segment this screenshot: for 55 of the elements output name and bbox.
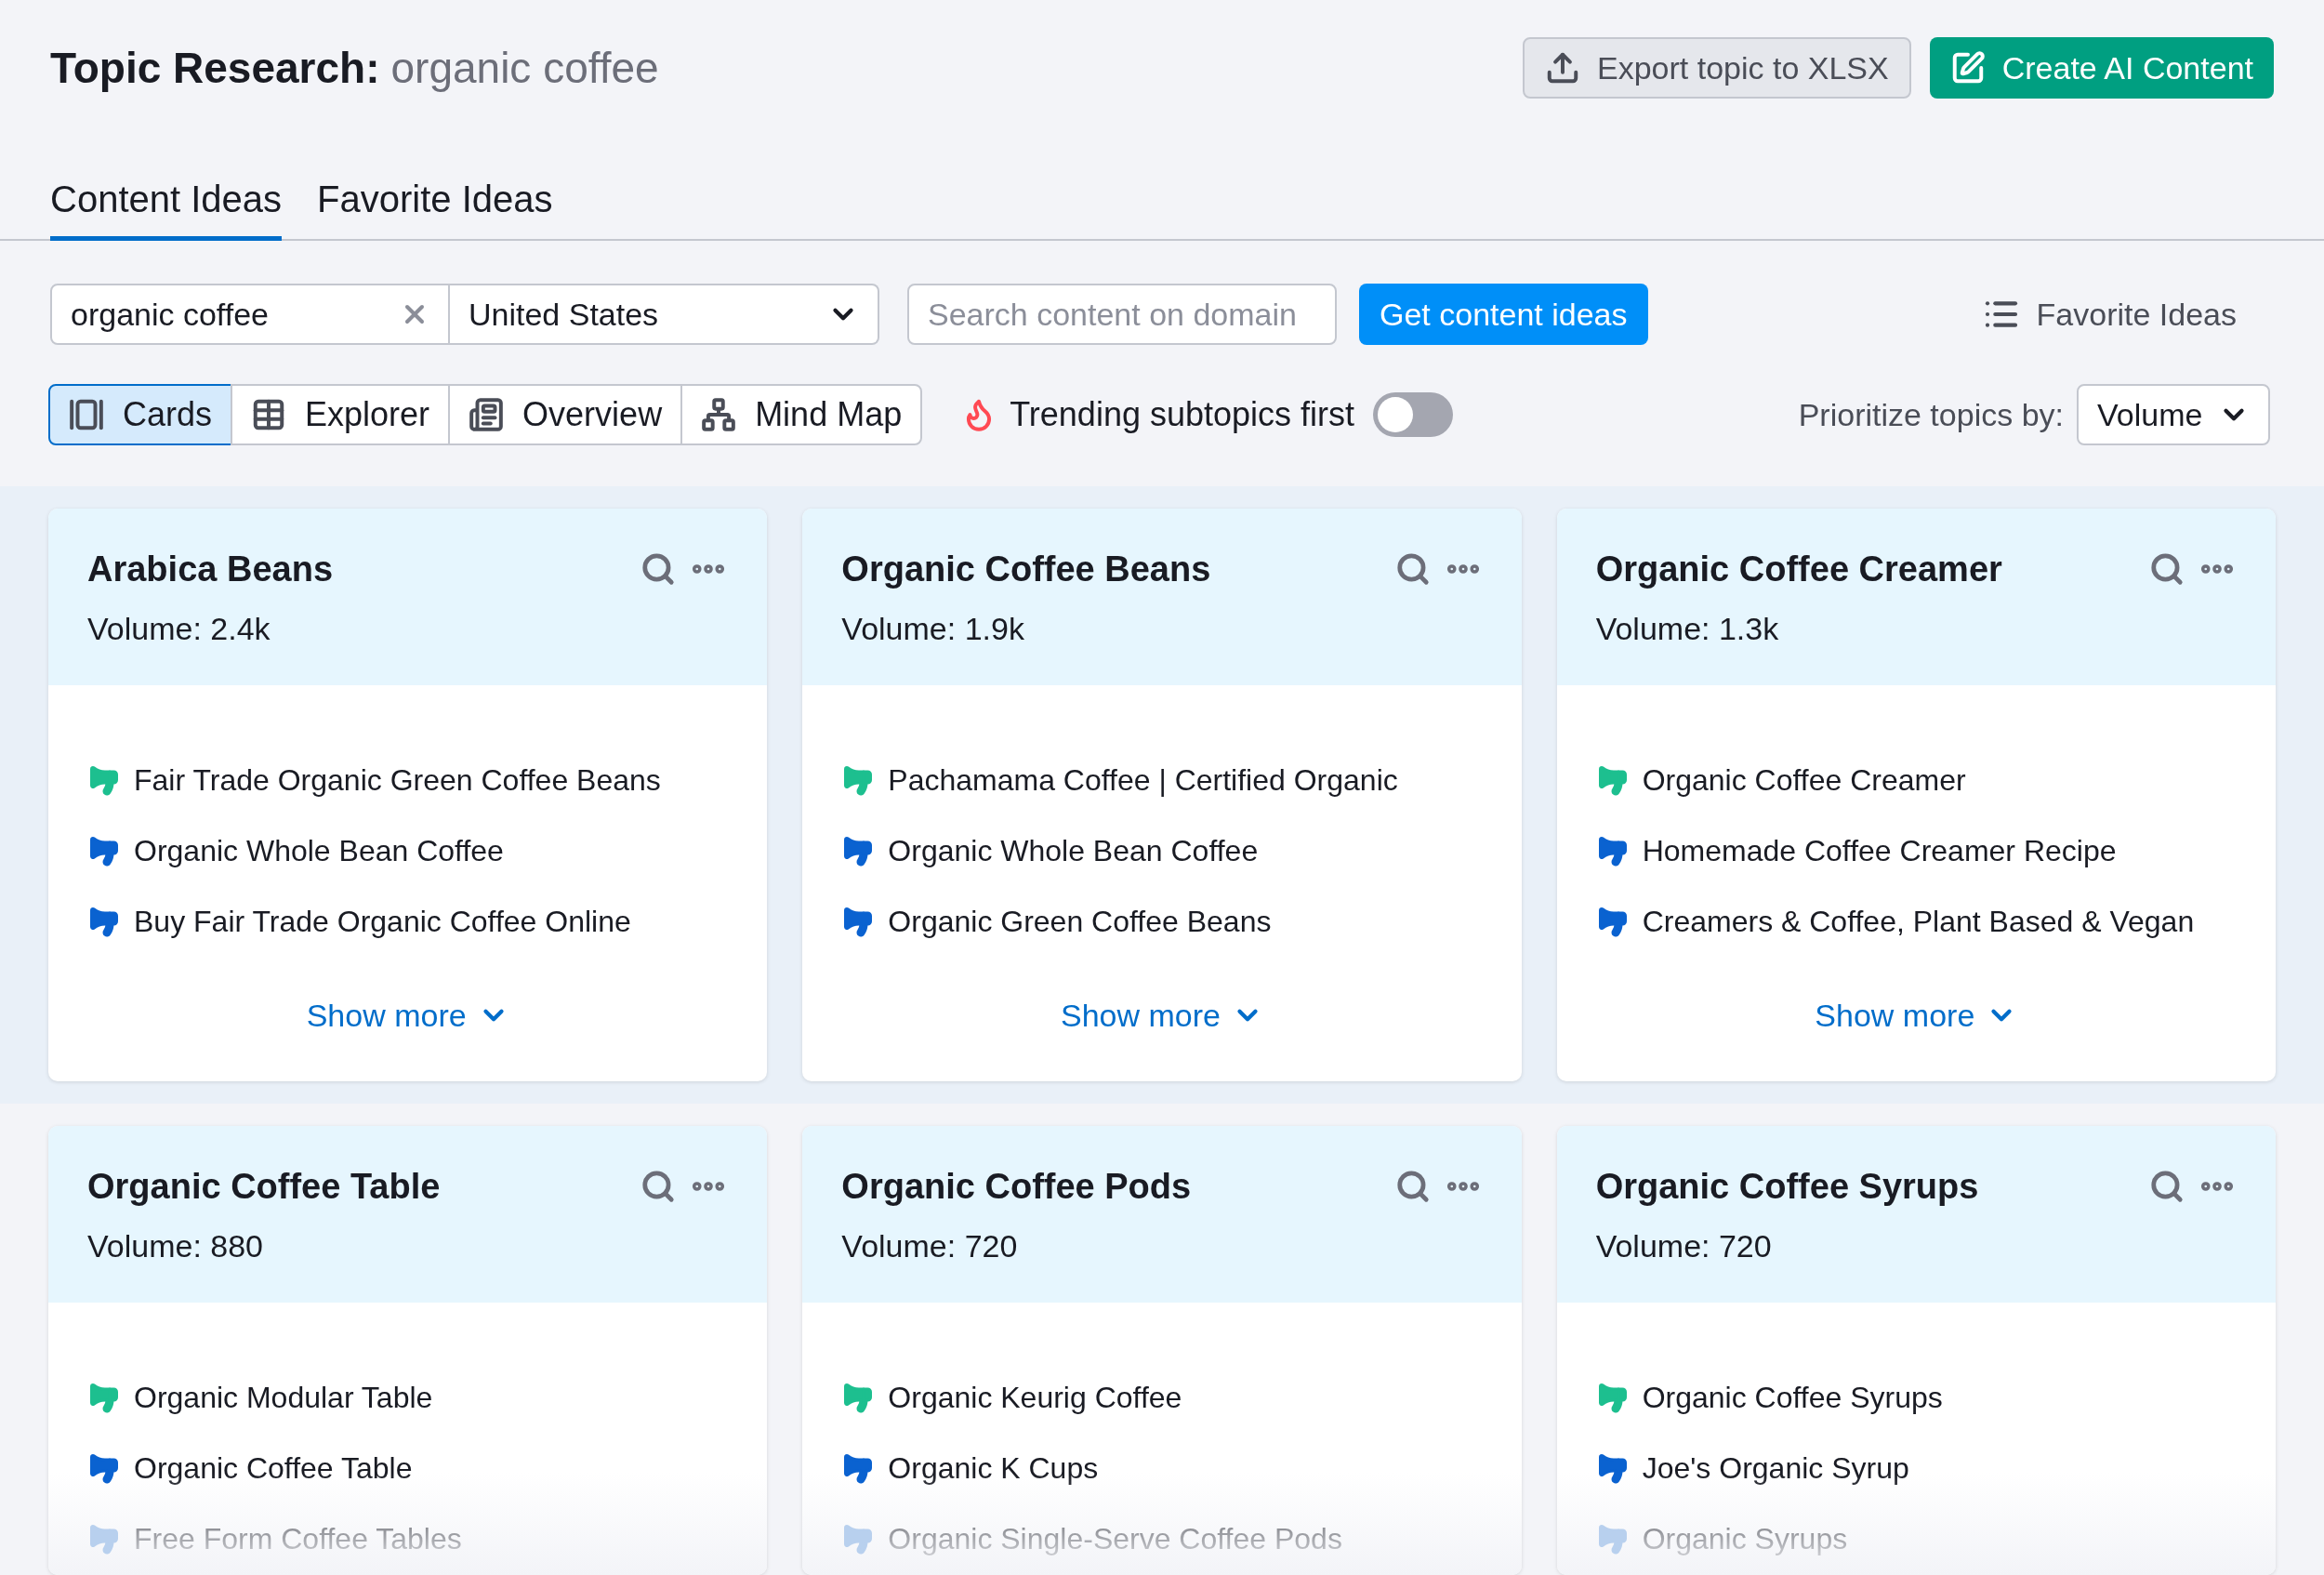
prioritize-label: Prioritize topics by: <box>1798 395 2064 434</box>
idea-title[interactable]: Buy Fair Trade Organic Coffee Online <box>134 907 631 936</box>
idea-title[interactable]: Fair Trade Organic Green Coffee Beans <box>134 765 661 795</box>
card-volume: Volume: 1.9k <box>841 613 1025 644</box>
prioritize-dropdown[interactable]: Volume <box>2077 384 2270 445</box>
idea-title[interactable]: Pachamama Coffee | Certified Organic <box>888 765 1398 795</box>
favorite-ideas-link[interactable]: Favorite Ideas <box>1982 290 2237 338</box>
card-volume: Volume: 1.3k <box>1595 613 1780 644</box>
search-icon[interactable] <box>640 1169 677 1204</box>
card-volume: Volume: 720 <box>841 1230 1019 1262</box>
keyword-field[interactable]: organic coffee <box>50 284 450 345</box>
card-title: Organic Coffee Table <box>87 1169 441 1204</box>
card-volume: Volume: 880 <box>87 1230 265 1262</box>
card-title: Organic Coffee Syrups <box>1595 1169 1979 1204</box>
card-title: Organic Coffee Creamer <box>1595 551 2002 587</box>
domain-search-field[interactable]: Search content on domain <box>907 284 1337 345</box>
sitemap-icon <box>701 397 737 432</box>
show-more-button[interactable]: Show more <box>306 999 509 1031</box>
idea-title[interactable]: Organic Whole Bean Coffee <box>888 836 1259 866</box>
newspaper-icon <box>469 397 505 432</box>
idea-title[interactable]: Organic Coffee Creamer <box>1642 765 1966 795</box>
idea-title[interactable]: Organic Modular Table <box>134 1383 433 1412</box>
show-more-button[interactable]: Show more <box>1815 999 2018 1031</box>
search-icon[interactable] <box>2149 551 2185 587</box>
tab[interactable]: Content Ideas <box>50 180 283 241</box>
idea-title[interactable]: Organic Coffee Syrups <box>1642 1383 1943 1412</box>
tab[interactable]: Favorite Ideas <box>317 180 553 241</box>
export-button[interactable]: Export topic to XLSX <box>1523 37 1911 99</box>
trending-label: Trending subtopics first <box>1010 394 1354 435</box>
card-volume: Volume: 2.4k <box>87 613 271 644</box>
card-title: Organic Coffee Pods <box>841 1169 1192 1204</box>
idea-title[interactable]: Homemade Coffee Creamer Recipe <box>1642 836 2117 866</box>
idea-title[interactable]: Organic K Cups <box>888 1453 1099 1483</box>
card-volume: Volume: 720 <box>1595 1230 1773 1262</box>
card-title: Organic Coffee Beans <box>841 551 1211 587</box>
search-icon[interactable] <box>2149 1169 2185 1204</box>
country-dropdown[interactable]: United States <box>450 284 879 345</box>
idea-title[interactable]: Creamers & Coffee, Plant Based & Vegan <box>1642 907 2195 936</box>
view-toggle[interactable]: Explorer <box>231 384 451 445</box>
view-toggle[interactable]: Cards <box>48 384 233 445</box>
upload-icon <box>1545 50 1580 86</box>
idea-title[interactable]: Organic Green Coffee Beans <box>888 907 1272 936</box>
search-icon[interactable] <box>1394 1169 1431 1204</box>
idea-title[interactable]: Organic Coffee Table <box>134 1453 413 1483</box>
idea-title[interactable]: Joe's Organic Syrup <box>1642 1453 1909 1483</box>
view-toggle[interactable]: Mind Map <box>680 384 923 445</box>
idea-title[interactable]: Organic Whole Bean Coffee <box>134 836 504 866</box>
card-title: Arabica Beans <box>87 551 333 587</box>
view-toggle[interactable]: Overview <box>448 384 683 445</box>
cards-icon <box>69 397 104 432</box>
trending-switch[interactable] <box>1373 392 1453 437</box>
idea-title[interactable]: Organic Keurig Coffee <box>888 1383 1182 1412</box>
search-icon[interactable] <box>640 551 677 587</box>
show-more-button[interactable]: Show more <box>1061 999 1263 1031</box>
search-icon[interactable] <box>1394 551 1431 587</box>
